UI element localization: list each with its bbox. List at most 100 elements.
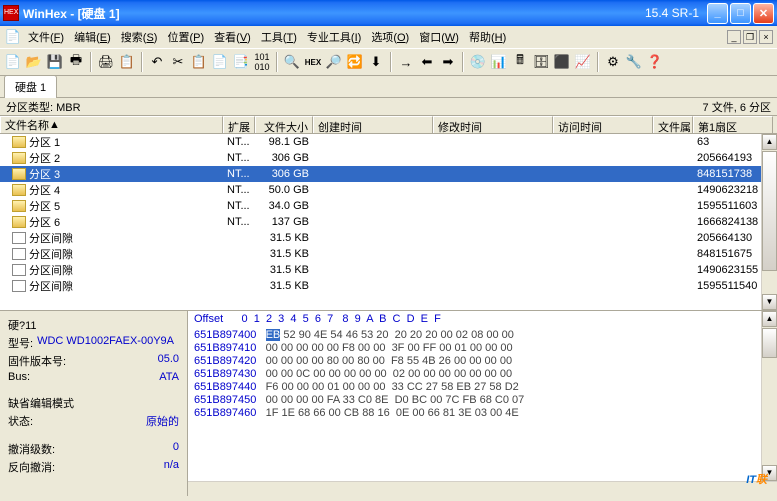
mdi-close-button[interactable]: × — [759, 30, 773, 44]
partition-icon — [12, 136, 26, 148]
undo-value: 0 — [173, 441, 179, 457]
col-ext[interactable]: 扩展 — [223, 116, 255, 133]
hex-scrollbar[interactable]: ▲ ▼ — [761, 311, 777, 481]
save-all-icon[interactable]: 🖶 — [67, 53, 85, 71]
hex-h-scrollbar[interactable] — [188, 481, 777, 496]
hex-row[interactable]: 651B897450 00 00 00 00 FA 33 C0 8E D0 BC… — [188, 394, 761, 407]
row-name: 分区 6 — [29, 214, 60, 230]
minimize-button[interactable]: _ — [707, 3, 728, 24]
print-icon[interactable]: 🖨 — [97, 53, 115, 71]
save-icon[interactable]: 💾 — [46, 53, 64, 71]
table-row[interactable]: 分区 6NT...137 GB1666824138 — [0, 214, 777, 230]
file-list[interactable]: 分区 1NT...98.1 GB63分区 2NT...306 GB2056641… — [0, 134, 777, 310]
list-scrollbar[interactable]: ▲ ▼ — [761, 134, 777, 310]
open-icon[interactable]: 📂 — [25, 53, 43, 71]
analyze-icon[interactable]: 📈 — [574, 53, 592, 71]
menu-view[interactable]: 查看(V) — [210, 27, 255, 47]
menu-pro-tools[interactable]: 专业工具(I) — [303, 27, 365, 47]
partition-icon — [12, 168, 26, 180]
help-icon[interactable]: ❓ — [646, 53, 664, 71]
mdi-restore-button[interactable]: ❐ — [743, 30, 757, 44]
gap-icon — [12, 264, 26, 276]
menu-position[interactable]: 位置(P) — [163, 27, 208, 47]
goto-icon[interactable]: ⬇ — [367, 53, 385, 71]
find-text-icon[interactable]: 🔎 — [325, 53, 343, 71]
hex-row[interactable]: 651B897420 00 00 00 00 80 00 80 00 F8 55… — [188, 355, 761, 368]
menu-options[interactable]: 选项(O) — [367, 27, 413, 47]
copy-icon[interactable]: 📋 — [190, 53, 208, 71]
col-name[interactable]: 文件名称▲ — [0, 116, 223, 133]
clipboard-icon[interactable]: 📑 — [232, 53, 250, 71]
menu-help[interactable]: 帮助(H) — [465, 27, 510, 47]
disk-icon[interactable]: 💿 — [469, 53, 487, 71]
menu-edit[interactable]: 编辑(E) — [70, 27, 115, 47]
firmware-value: 05.0 — [158, 353, 179, 369]
table-row[interactable]: 分区 3NT...306 GB848151738 — [0, 166, 777, 182]
goto-offset-icon[interactable]: → — [397, 53, 415, 71]
app-menu-icon[interactable]: 📄 — [4, 28, 22, 46]
menu-file[interactable]: 文件(F) — [24, 27, 68, 47]
hex-row[interactable]: 651B897430 00 00 0C 00 00 00 00 00 02 00… — [188, 368, 761, 381]
mdi-minimize-button[interactable]: _ — [727, 30, 741, 44]
undo-icon[interactable]: ↶ — [148, 53, 166, 71]
cut-icon[interactable]: ✂ — [169, 53, 187, 71]
row-name: 分区间隙 — [29, 278, 73, 294]
reverse-undo-label: 反向撤消: — [8, 459, 55, 475]
forward-icon[interactable]: ➡ — [439, 53, 457, 71]
table-row[interactable]: 分区 1NT...98.1 GB63 — [0, 134, 777, 150]
row-ext: NT... — [223, 216, 255, 228]
table-row[interactable]: 分区 2NT...306 GB205664193 — [0, 150, 777, 166]
watermark: IT联 — [746, 467, 767, 488]
calc-icon[interactable]: 🖩 — [511, 53, 529, 71]
col-size[interactable]: 文件大小 — [255, 116, 313, 133]
partition-icon — [12, 200, 26, 212]
back-icon[interactable]: ⬅ — [418, 53, 436, 71]
col-attr[interactable]: 文件属 — [653, 116, 693, 133]
table-row[interactable]: 分区间隙31.5 KB205664130 — [0, 230, 777, 246]
raid-icon[interactable]: 🗄 — [532, 53, 550, 71]
hex-scroll-thumb[interactable] — [762, 328, 777, 358]
state-value: 原始的 — [146, 413, 179, 429]
maximize-button[interactable]: □ — [730, 3, 751, 24]
menu-search[interactable]: 搜索(S) — [117, 27, 162, 47]
table-row[interactable]: 分区间隙31.5 KB1595511540 — [0, 278, 777, 294]
menu-tools[interactable]: 工具(T) — [257, 27, 301, 47]
hex-row[interactable]: 651B897410 00 00 00 00 00 F8 00 00 3F 00… — [188, 342, 761, 355]
properties-icon[interactable]: 📋 — [118, 53, 136, 71]
scroll-down-icon[interactable]: ▼ — [762, 294, 777, 310]
hex-row[interactable]: 651B897440 F6 00 00 00 01 00 00 00 33 CC… — [188, 381, 761, 394]
col-create[interactable]: 创建时间 — [313, 116, 433, 133]
find-hex-icon[interactable]: HEX — [304, 53, 322, 71]
table-row[interactable]: 分区间隙31.5 KB848151675 — [0, 246, 777, 262]
ram-icon[interactable]: 📊 — [490, 53, 508, 71]
replace-icon[interactable]: 🔁 — [346, 53, 364, 71]
scroll-up-icon[interactable]: ▲ — [762, 134, 777, 150]
hex-view[interactable]: Offset 0 1 2 3 4 5 6 7 8 9 A B C D E F 6… — [188, 311, 777, 496]
settings-icon[interactable]: ⚙ — [604, 53, 622, 71]
table-row[interactable]: 分区 5NT...34.0 GB1595511603 — [0, 198, 777, 214]
bus-value: ATA — [159, 371, 179, 383]
table-row[interactable]: 分区间隙31.5 KB1490623155 — [0, 262, 777, 278]
hex-row[interactable]: 651B897400 EB 52 90 4E 54 46 53 20 20 20… — [188, 329, 761, 342]
new-icon[interactable]: 📄 — [4, 53, 22, 71]
scroll-thumb[interactable] — [762, 151, 777, 271]
col-acc[interactable]: 访问时间 — [553, 116, 653, 133]
binary-icon[interactable]: 101010 — [253, 53, 271, 71]
options-icon[interactable]: 🔧 — [625, 53, 643, 71]
tab-disk1[interactable]: 硬盘 1 — [4, 75, 57, 98]
row-name: 分区 5 — [29, 198, 60, 214]
find-icon[interactable]: 🔍 — [283, 53, 301, 71]
menu-window[interactable]: 窗口(W) — [415, 27, 463, 47]
hex-row[interactable]: 651B897460 1F 1E 68 66 00 CB 88 16 0E 00… — [188, 407, 761, 420]
close-button[interactable]: ✕ — [753, 3, 774, 24]
col-sector[interactable]: 第1扇区 — [693, 116, 773, 133]
row-ext: NT... — [223, 184, 255, 196]
row-size: 306 GB — [255, 152, 313, 164]
paste-icon[interactable]: 📄 — [211, 53, 229, 71]
table-row[interactable]: 分区 4NT...50.0 GB1490623218 — [0, 182, 777, 198]
hash-icon[interactable]: ⬛ — [553, 53, 571, 71]
col-mod[interactable]: 修改时间 — [433, 116, 553, 133]
hex-scroll-up-icon[interactable]: ▲ — [762, 311, 777, 327]
reverse-undo-value: n/a — [164, 459, 179, 475]
row-name: 分区 2 — [29, 150, 60, 166]
